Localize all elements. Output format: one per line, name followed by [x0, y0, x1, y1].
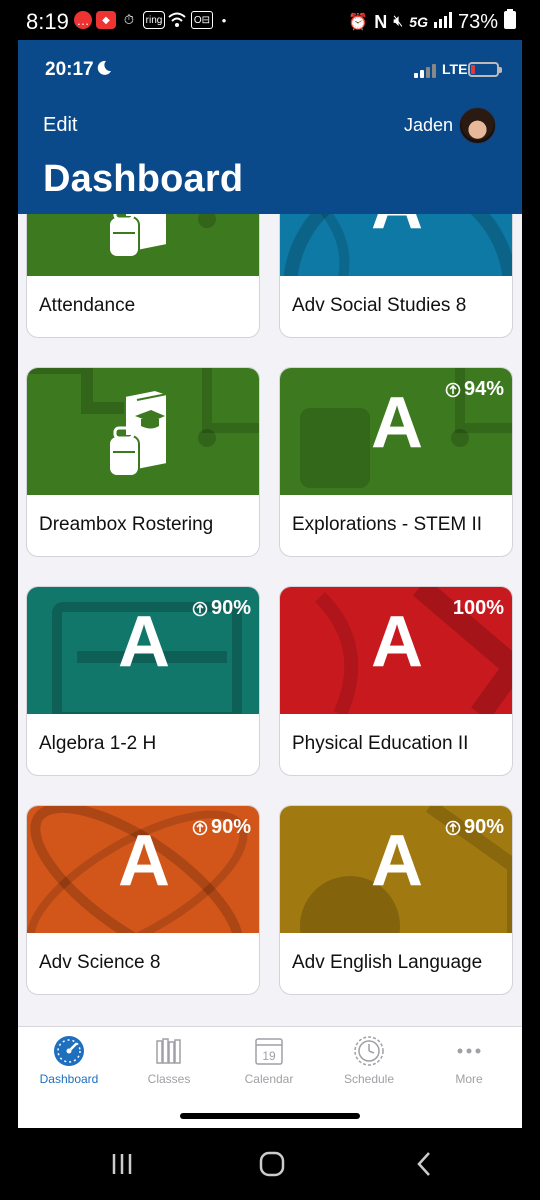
- trend-up-icon: [445, 820, 461, 835]
- back-icon[interactable]: [404, 1148, 444, 1180]
- tab-dashboard[interactable]: Dashboard: [19, 1035, 119, 1095]
- outlook-icon: O⊟: [191, 11, 213, 29]
- percent-value: 94%: [463, 378, 504, 400]
- course-name: Physical Education II: [292, 733, 469, 754]
- course-banner: A94%: [280, 368, 512, 495]
- page-title: Dashboard: [43, 158, 244, 200]
- trend-up-icon: [192, 820, 208, 835]
- home-indicator[interactable]: [180, 1113, 360, 1119]
- course-card[interactable]: Dreambox Rostering: [26, 367, 260, 557]
- course-card[interactable]: A 90% Algebra 1-2 H: [26, 586, 260, 776]
- course-card[interactable]: A 90% Adv Science 8: [26, 805, 260, 995]
- edit-button[interactable]: Edit: [43, 114, 77, 137]
- course-banner: A94%: [280, 214, 512, 276]
- clock-icon: [354, 1036, 384, 1066]
- tab-label: Schedule: [343, 1072, 395, 1086]
- grade-percent: 90%: [192, 597, 251, 620]
- percent-value: 90%: [210, 816, 251, 838]
- tab-schedule[interactable]: Schedule: [319, 1035, 419, 1095]
- calendar-day: 19: [262, 1049, 276, 1063]
- trend-up-icon: [192, 601, 208, 616]
- course-card[interactable]: A94% Adv Social Studies 8: [279, 214, 513, 338]
- signal-icon: [433, 11, 452, 34]
- ring-icon: ring: [143, 11, 165, 29]
- course-banner: A 100%: [280, 587, 512, 714]
- android-status-right: ⏰ N 🔇︎ 5G 73%: [348, 9, 516, 35]
- ios-clock: 20:17: [45, 59, 94, 80]
- course-card[interactable]: A 90% Adv English Language: [279, 805, 513, 995]
- course-name: Adv Social Studies 8: [292, 295, 467, 316]
- user-name[interactable]: Jaden: [404, 115, 453, 136]
- grade-percent: 94%: [445, 378, 504, 401]
- network-type: 5G: [409, 14, 428, 30]
- trend-up-icon: [445, 382, 461, 397]
- timer-icon: ⏱: [123, 12, 135, 27]
- network-label: LTE: [442, 61, 468, 77]
- course-banner: [27, 368, 259, 495]
- recent-apps-icon[interactable]: [102, 1148, 142, 1180]
- grade-percent: 100%: [453, 597, 504, 620]
- app-screen: 20:17 LTE Edit Jaden Dashboard Attendanc…: [18, 40, 522, 1128]
- course-name: Adv Science 8: [39, 952, 161, 973]
- wifi-icon: [168, 11, 186, 29]
- tab-label: Calendar: [244, 1072, 294, 1086]
- battery-icon: [504, 9, 516, 35]
- percent-value: 90%: [210, 597, 251, 619]
- speedometer-icon: [54, 1036, 84, 1066]
- dot-icon: •: [221, 12, 227, 28]
- android-status-bar: 8:19 … ◆ ⏱ ring O⊟ • ⏰ N 🔇︎ 5G 73%: [0, 0, 540, 40]
- course-name: Adv English Language: [292, 952, 483, 973]
- calendar-icon: 19: [255, 1038, 283, 1065]
- course-card[interactable]: A 100% Physical Education II: [279, 586, 513, 776]
- ios-battery-icon: [468, 62, 502, 77]
- backpack-book-icon: [108, 214, 168, 258]
- course-name: Attendance: [39, 295, 136, 316]
- course-banner: A 90%: [280, 806, 512, 933]
- course-banner: [27, 214, 259, 276]
- percent-value: 90%: [463, 816, 504, 838]
- course-banner: A 90%: [27, 806, 259, 933]
- mute-icon: 🔇︎: [393, 13, 404, 30]
- android-nav-bar: [0, 1128, 540, 1200]
- course-name: Dreambox Rostering: [39, 514, 214, 535]
- avatar[interactable]: [459, 107, 496, 144]
- course-card[interactable]: A 94% Explorations - STEM II: [279, 367, 513, 557]
- tab-label: Classes: [147, 1072, 191, 1086]
- letter-grade: A: [280, 214, 512, 245]
- backpack-book-icon: [108, 388, 168, 477]
- cell-signal-icon: [414, 64, 436, 78]
- app-header: 20:17 LTE Edit Jaden Dashboard: [18, 40, 522, 214]
- moon-icon: [97, 60, 111, 75]
- tab-calendar[interactable]: 19 Calendar: [219, 1035, 319, 1095]
- course-name: Algebra 1-2 H: [39, 733, 157, 754]
- tab-label: Dashboard: [39, 1072, 99, 1086]
- course-banner: A 90%: [27, 587, 259, 714]
- home-icon[interactable]: [252, 1148, 292, 1180]
- nfc-icon: N: [374, 11, 388, 32]
- course-card[interactable]: Attendance: [26, 214, 260, 338]
- battery-percent: 73%: [457, 10, 498, 33]
- grade-percent: 90%: [445, 816, 504, 839]
- books-icon: [156, 1038, 181, 1064]
- course-grid: AttendanceA94%Adv Social Studies 8Dreamb…: [18, 214, 522, 1026]
- android-clock: 8:19: [26, 9, 69, 34]
- chat-notification-icon: …: [74, 11, 92, 29]
- course-name: Explorations - STEM II: [292, 514, 483, 535]
- tab-classes[interactable]: Classes: [119, 1035, 219, 1095]
- more-dots-icon: [457, 1048, 481, 1054]
- tab-label: More: [455, 1072, 483, 1086]
- grade-percent: 90%: [192, 816, 251, 839]
- alarm-icon: ⏰: [348, 14, 369, 31]
- app-notification-icon: ◆: [96, 11, 116, 29]
- tab-more[interactable]: More: [419, 1035, 519, 1095]
- percent-value: 100%: [452, 597, 504, 619]
